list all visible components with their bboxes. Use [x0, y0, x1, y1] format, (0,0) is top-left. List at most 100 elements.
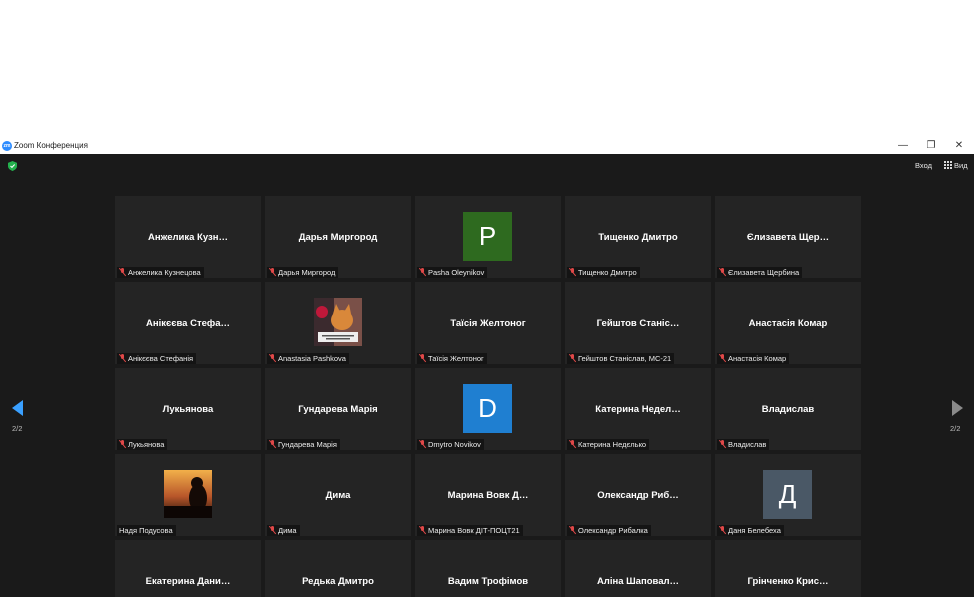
- muted-microphone-icon: [569, 440, 576, 448]
- participant-tile[interactable]: Anastasia Pashkova: [265, 282, 411, 364]
- participant-avatar: Д: [763, 470, 812, 519]
- participant-display-name: Анжелика Кузн…: [148, 232, 228, 243]
- participant-tile[interactable]: Грінченко Крис…: [715, 540, 861, 597]
- participant-name-label: Катерина Недєлько: [567, 439, 650, 450]
- participant-tile[interactable]: Анастасія Комар Анастасія Комар: [715, 282, 861, 364]
- participant-name-label: Таїсія Желтоног: [417, 353, 487, 364]
- muted-microphone-icon: [569, 268, 576, 276]
- zoom-logo-icon: zm: [2, 141, 12, 151]
- cat-photo: [314, 298, 362, 346]
- muted-microphone-icon: [719, 354, 726, 362]
- participant-label-text: Гейштов Станіслав, МС-21: [578, 354, 672, 363]
- muted-microphone-icon: [419, 526, 426, 534]
- participant-tile[interactable]: Аліна Шаповал…: [565, 540, 711, 597]
- participant-label-text: Анастасія Комар: [728, 354, 787, 363]
- participant-tile[interactable]: Анікєєва Стефа… Анікєєва Стефанія: [115, 282, 261, 364]
- participant-display-name: Екатерина Дани…: [145, 576, 231, 587]
- muted-microphone-icon: [269, 268, 276, 276]
- muted-microphone-icon: [269, 440, 276, 448]
- participant-name-label: Dmytro Novikov: [417, 439, 484, 450]
- participant-tile[interactable]: Олександр Риб… Олександр Рибалка: [565, 454, 711, 536]
- security-shield-icon[interactable]: [8, 161, 17, 171]
- participant-name-label: Гейштов Станіслав, МС-21: [567, 353, 675, 364]
- participant-label-text: Марина Вовк ДІТ-ПОЦТ21: [428, 526, 520, 535]
- participant-tile[interactable]: Владислав Владислав: [715, 368, 861, 450]
- muted-microphone-icon: [569, 354, 576, 362]
- view-button-label: Вид: [954, 161, 968, 170]
- muted-microphone-icon: [269, 526, 276, 534]
- participant-tile[interactable]: Екатерина Дани…: [115, 540, 261, 597]
- participant-tile[interactable]: Дима Дима: [265, 454, 411, 536]
- participant-avatar: P: [463, 212, 512, 261]
- participant-name-label: Гундарева Марія: [267, 439, 340, 450]
- participant-label-text: Анікєєва Стефанія: [128, 354, 194, 363]
- restore-button[interactable]: ❐: [918, 138, 944, 154]
- meeting-area: Вход Вид 2/2 2/2 Анжелика Кузн… Анжелика …: [0, 154, 974, 597]
- participant-tile[interactable]: P Pasha Oleynikov: [415, 196, 561, 278]
- participant-tile[interactable]: Д Даня Белебеха: [715, 454, 861, 536]
- muted-microphone-icon: [569, 526, 576, 534]
- participant-label-text: Anastasia Pashkova: [278, 354, 346, 363]
- participant-name-label: Дарья Миргород: [267, 267, 339, 278]
- participant-display-name: Єлизавета Щер…: [746, 232, 830, 243]
- participant-tile[interactable]: Дарья Миргород Дарья Миргород: [265, 196, 411, 278]
- view-button[interactable]: Вид: [944, 160, 968, 172]
- participant-tile[interactable]: Тищенко Дмитро Тищенко Дмитро: [565, 196, 711, 278]
- muted-microphone-icon: [419, 268, 426, 276]
- participant-name-label: Даня Белебеха: [717, 525, 784, 536]
- participant-name-label: Анастасія Комар: [717, 353, 790, 364]
- participant-avatar: D: [463, 384, 512, 433]
- muted-microphone-icon: [119, 354, 126, 362]
- participant-name-label: Тищенко Дмитро: [567, 267, 640, 278]
- window-titlebar: zm Zoom Конференция — ❐ ✕: [0, 138, 974, 154]
- participant-display-name: Тищенко Дмитро: [598, 232, 678, 243]
- participant-label-text: Дима: [278, 526, 297, 535]
- participant-tile[interactable]: Єлизавета Щер… Єлизавета Щербина: [715, 196, 861, 278]
- window-title: Zoom Конференция: [14, 141, 88, 150]
- participant-tile[interactable]: Гейштов Станіс… Гейштов Станіслав, МС-21: [565, 282, 711, 364]
- participant-display-name: Катерина Недел…: [595, 404, 681, 415]
- participant-tile[interactable]: Катерина Недел… Катерина Недєлько: [565, 368, 711, 450]
- previous-page-arrow-icon[interactable]: [12, 400, 23, 416]
- participant-label-text: Анжелика Кузнецова: [128, 268, 201, 277]
- participant-name-label: Анжелика Кузнецова: [117, 267, 204, 278]
- participant-tile[interactable]: Вадим Трофімов: [415, 540, 561, 597]
- participant-tile[interactable]: Анжелика Кузн… Анжелика Кузнецова: [115, 196, 261, 278]
- minimize-button[interactable]: —: [890, 138, 916, 154]
- close-button[interactable]: ✕: [946, 138, 972, 154]
- muted-microphone-icon: [419, 354, 426, 362]
- next-page-arrow-icon[interactable]: [952, 400, 963, 416]
- participant-tile[interactable]: Редька Дмитро: [265, 540, 411, 597]
- participant-display-name: Таїсія Желтоног: [450, 318, 526, 329]
- participant-display-name: Редька Дмитро: [302, 576, 374, 587]
- participant-tile[interactable]: Таїсія Желтоног Таїсія Желтоног: [415, 282, 561, 364]
- participant-display-name: Анастасія Комар: [748, 318, 828, 329]
- participant-label-text: Владислав: [728, 440, 767, 449]
- muted-microphone-icon: [719, 440, 726, 448]
- muted-microphone-icon: [119, 268, 126, 276]
- participant-tile[interactable]: Марина Вовк Д… Марина Вовк ДІТ-ПОЦТ21: [415, 454, 561, 536]
- participant-display-name: Грінченко Крис…: [747, 576, 829, 587]
- enter-button[interactable]: Вход: [915, 160, 932, 172]
- sunset-photo: [164, 470, 212, 518]
- participant-name-label: Олександр Рибалка: [567, 525, 651, 536]
- participant-display-name: Вадим Трофімов: [447, 576, 529, 587]
- participant-label-text: Лукьянова: [128, 440, 165, 449]
- participant-name-label: Anastasia Pashkova: [267, 353, 349, 364]
- participant-name-label: Владислав: [717, 439, 770, 450]
- page-indicator-right: 2/2: [950, 424, 961, 433]
- muted-microphone-icon: [119, 440, 126, 448]
- participant-name-label: Лукьянова: [117, 439, 168, 450]
- participant-label-text: Тищенко Дмитро: [578, 268, 637, 277]
- participant-name-label: Надя Подусова: [117, 525, 176, 536]
- participant-display-name: Дарья Миргород: [298, 232, 378, 243]
- participant-tile[interactable]: D Dmytro Novikov: [415, 368, 561, 450]
- participant-label-text: Гундарева Марія: [278, 440, 337, 449]
- participant-tile[interactable]: Лукьянова Лукьянова: [115, 368, 261, 450]
- participant-display-name: Олександр Риб…: [597, 490, 679, 501]
- participant-name-label: Pasha Oleynikov: [417, 267, 488, 278]
- participant-name-label: Анікєєва Стефанія: [117, 353, 197, 364]
- participant-label-text: Надя Подусова: [119, 526, 173, 535]
- participant-tile[interactable]: Гундарева Марія Гундарева Марія: [265, 368, 411, 450]
- participant-tile[interactable]: Надя Подусова: [115, 454, 261, 536]
